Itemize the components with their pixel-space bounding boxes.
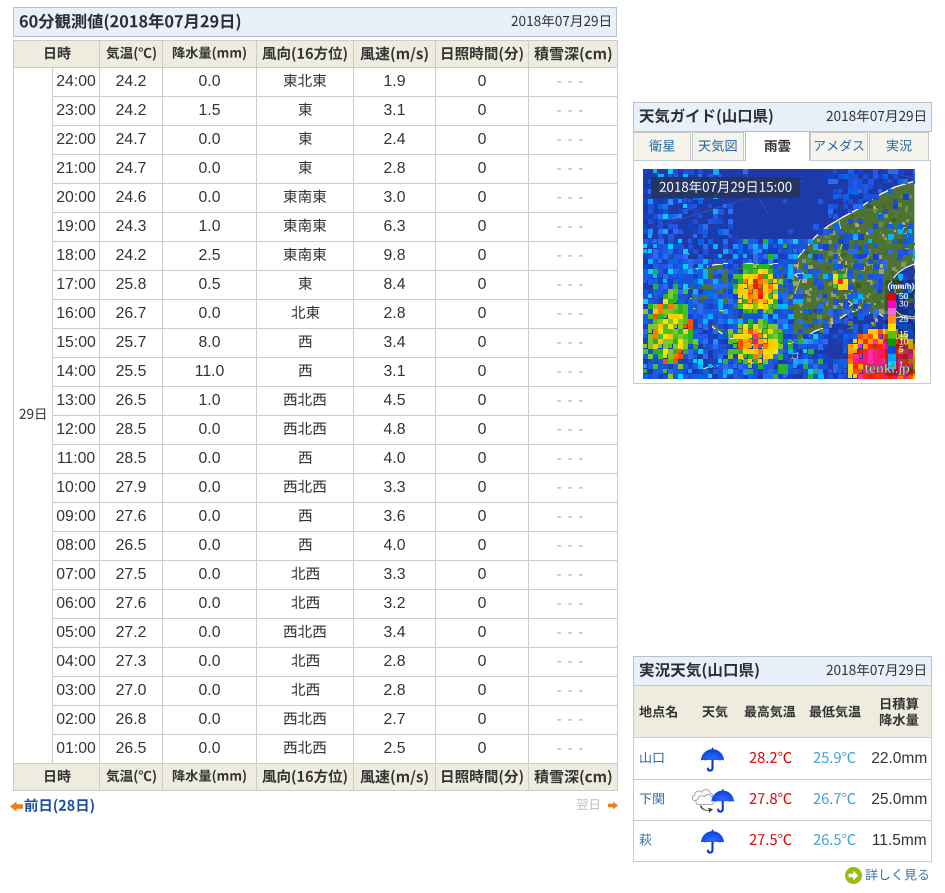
svg-text:tenki.jp: tenki.jp — [864, 361, 910, 376]
svg-text:(mm/h): (mm/h) — [888, 282, 915, 291]
svg-text:30: 30 — [899, 299, 909, 309]
svg-text:5: 5 — [899, 344, 904, 354]
svg-text:25: 25 — [899, 314, 909, 324]
